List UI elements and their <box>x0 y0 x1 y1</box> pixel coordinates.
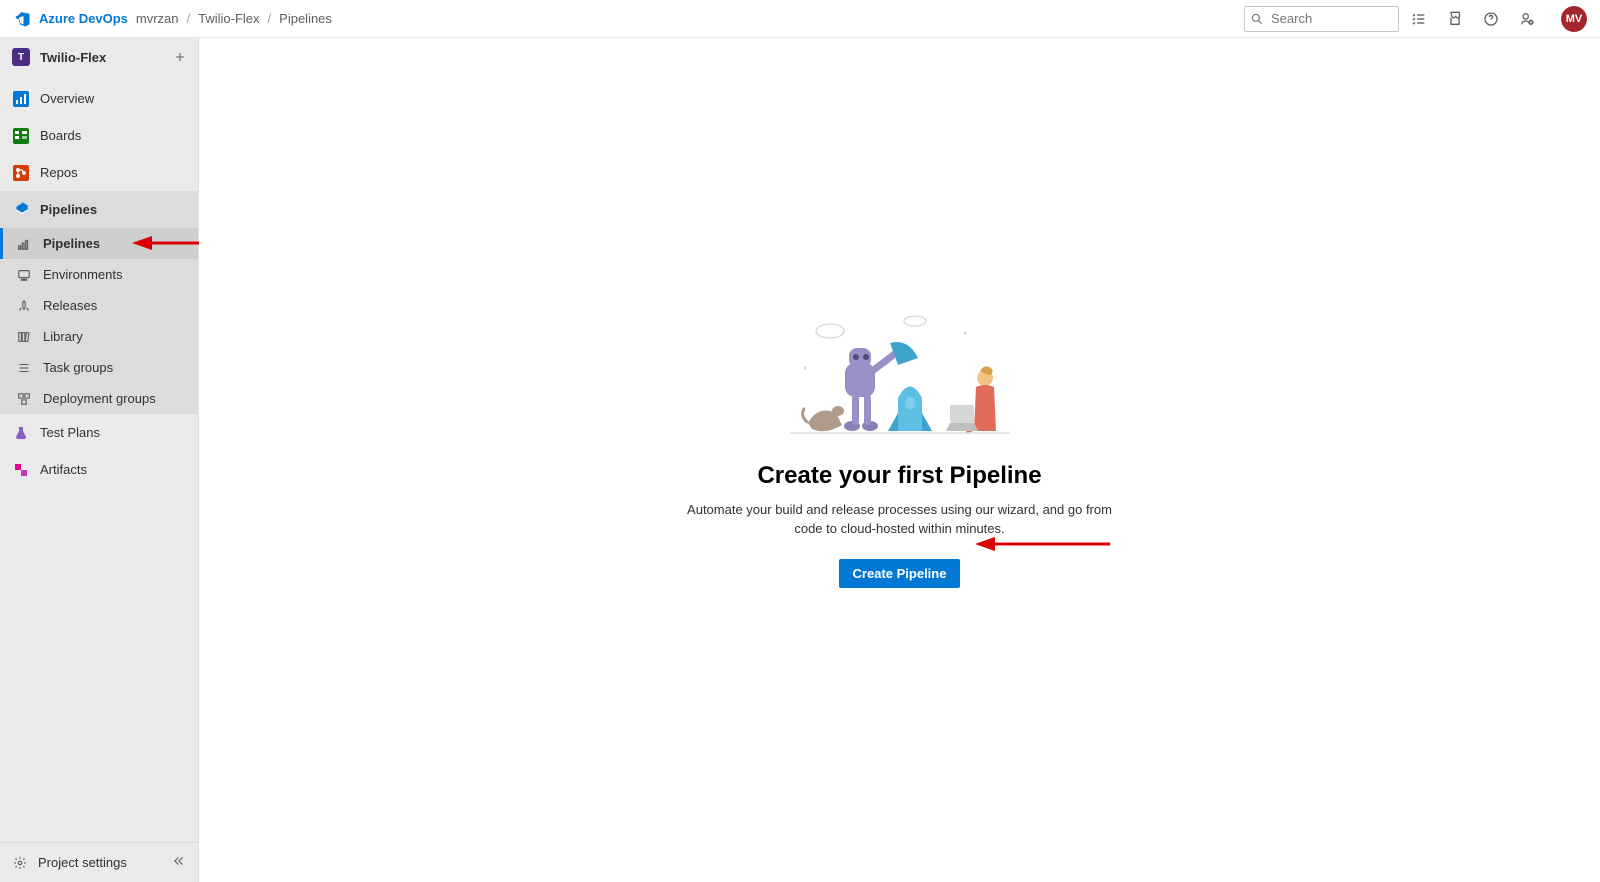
azure-devops-logo-icon <box>13 10 31 28</box>
empty-state: Create your first Pipeline Automate your… <box>680 313 1120 588</box>
boards-icon <box>12 127 30 145</box>
sidebar-item-label: Test Plans <box>40 425 100 440</box>
header-actions: MV <box>1411 6 1587 32</box>
environments-icon <box>15 266 33 284</box>
subnav-item-deployment-groups[interactable]: Deployment groups <box>0 383 198 414</box>
sidebar-item-label: Artifacts <box>40 462 87 477</box>
sidebar-item-label: Repos <box>40 165 78 180</box>
sidebar-item-label: Boards <box>40 128 81 143</box>
sidebar-item-overview[interactable]: Overview <box>0 80 198 117</box>
subnav-item-library[interactable]: Library <box>0 321 198 352</box>
subnav-item-environments[interactable]: Environments <box>0 259 198 290</box>
library-icon <box>15 328 33 346</box>
illustration <box>680 313 1120 446</box>
sidebar-item-pipelines[interactable]: Pipelines <box>0 191 198 228</box>
gear-icon <box>12 855 28 871</box>
subnav-item-label: Pipelines <box>43 236 100 251</box>
breadcrumb-section[interactable]: Pipelines <box>279 11 332 26</box>
subnav-item-label: Library <box>43 329 83 344</box>
subnav-item-task-groups[interactable]: Task groups <box>0 352 198 383</box>
task-groups-icon <box>15 359 33 377</box>
project-name: Twilio-Flex <box>40 50 106 65</box>
empty-state-description: Automate your build and release processe… <box>680 500 1120 539</box>
subnav-item-pipelines[interactable]: Pipelines <box>0 228 198 259</box>
project-switcher[interactable]: T Twilio-Flex <box>0 38 198 76</box>
search-icon <box>1250 12 1264 26</box>
subnav-item-label: Environments <box>43 267 122 282</box>
repos-icon <box>12 164 30 182</box>
breadcrumb-org[interactable]: mvrzan <box>136 11 179 26</box>
empty-state-title: Create your first Pipeline <box>680 462 1120 490</box>
project-badge: T <box>12 48 30 66</box>
releases-icon <box>15 297 33 315</box>
project-settings-link[interactable]: Project settings <box>0 842 198 882</box>
test-plans-icon <box>12 424 30 442</box>
breadcrumb-sep: / <box>187 11 191 26</box>
nav: Overview Boards Repos Pipe <box>0 76 198 488</box>
marketplace-icon[interactable] <box>1447 11 1463 27</box>
search-input[interactable] <box>1244 6 1399 32</box>
artifacts-icon <box>12 461 30 479</box>
pipelines-subnav: Pipelines Environments Releases <box>0 228 198 414</box>
project-settings-label: Project settings <box>38 855 127 870</box>
help-icon[interactable] <box>1483 11 1499 27</box>
breadcrumb-sep: / <box>268 11 272 26</box>
sidebar: T Twilio-Flex Overview Boards <box>0 38 199 882</box>
sidebar-item-repos[interactable]: Repos <box>0 154 198 191</box>
collapse-sidebar-icon[interactable] <box>172 854 186 871</box>
breadcrumb-project[interactable]: Twilio-Flex <box>198 11 259 26</box>
sidebar-item-boards[interactable]: Boards <box>0 117 198 154</box>
global-search <box>1244 6 1399 32</box>
breadcrumb-brand[interactable]: Azure DevOps <box>39 11 128 26</box>
sidebar-item-label: Overview <box>40 91 94 106</box>
tasks-icon[interactable] <box>1411 11 1427 27</box>
sidebar-item-artifacts[interactable]: Artifacts <box>0 451 198 488</box>
pipelines-icon <box>12 201 30 219</box>
plus-icon[interactable] <box>174 51 186 63</box>
overview-icon <box>12 90 30 108</box>
main-content: Create your first Pipeline Automate your… <box>199 38 1600 882</box>
user-settings-icon[interactable] <box>1519 11 1535 27</box>
avatar[interactable]: MV <box>1561 6 1587 32</box>
deployment-groups-icon <box>15 390 33 408</box>
breadcrumb: Azure DevOps mvrzan / Twilio-Flex / Pipe… <box>39 11 332 26</box>
subnav-item-releases[interactable]: Releases <box>0 290 198 321</box>
subnav-item-label: Task groups <box>43 360 113 375</box>
pipelines-sub-icon <box>15 235 33 253</box>
subnav-item-label: Releases <box>43 298 97 313</box>
sidebar-item-label: Pipelines <box>40 202 97 217</box>
top-header: Azure DevOps mvrzan / Twilio-Flex / Pipe… <box>0 0 1600 38</box>
subnav-item-label: Deployment groups <box>43 391 156 406</box>
create-pipeline-button[interactable]: Create Pipeline <box>839 559 961 588</box>
sidebar-item-test-plans[interactable]: Test Plans <box>0 414 198 451</box>
